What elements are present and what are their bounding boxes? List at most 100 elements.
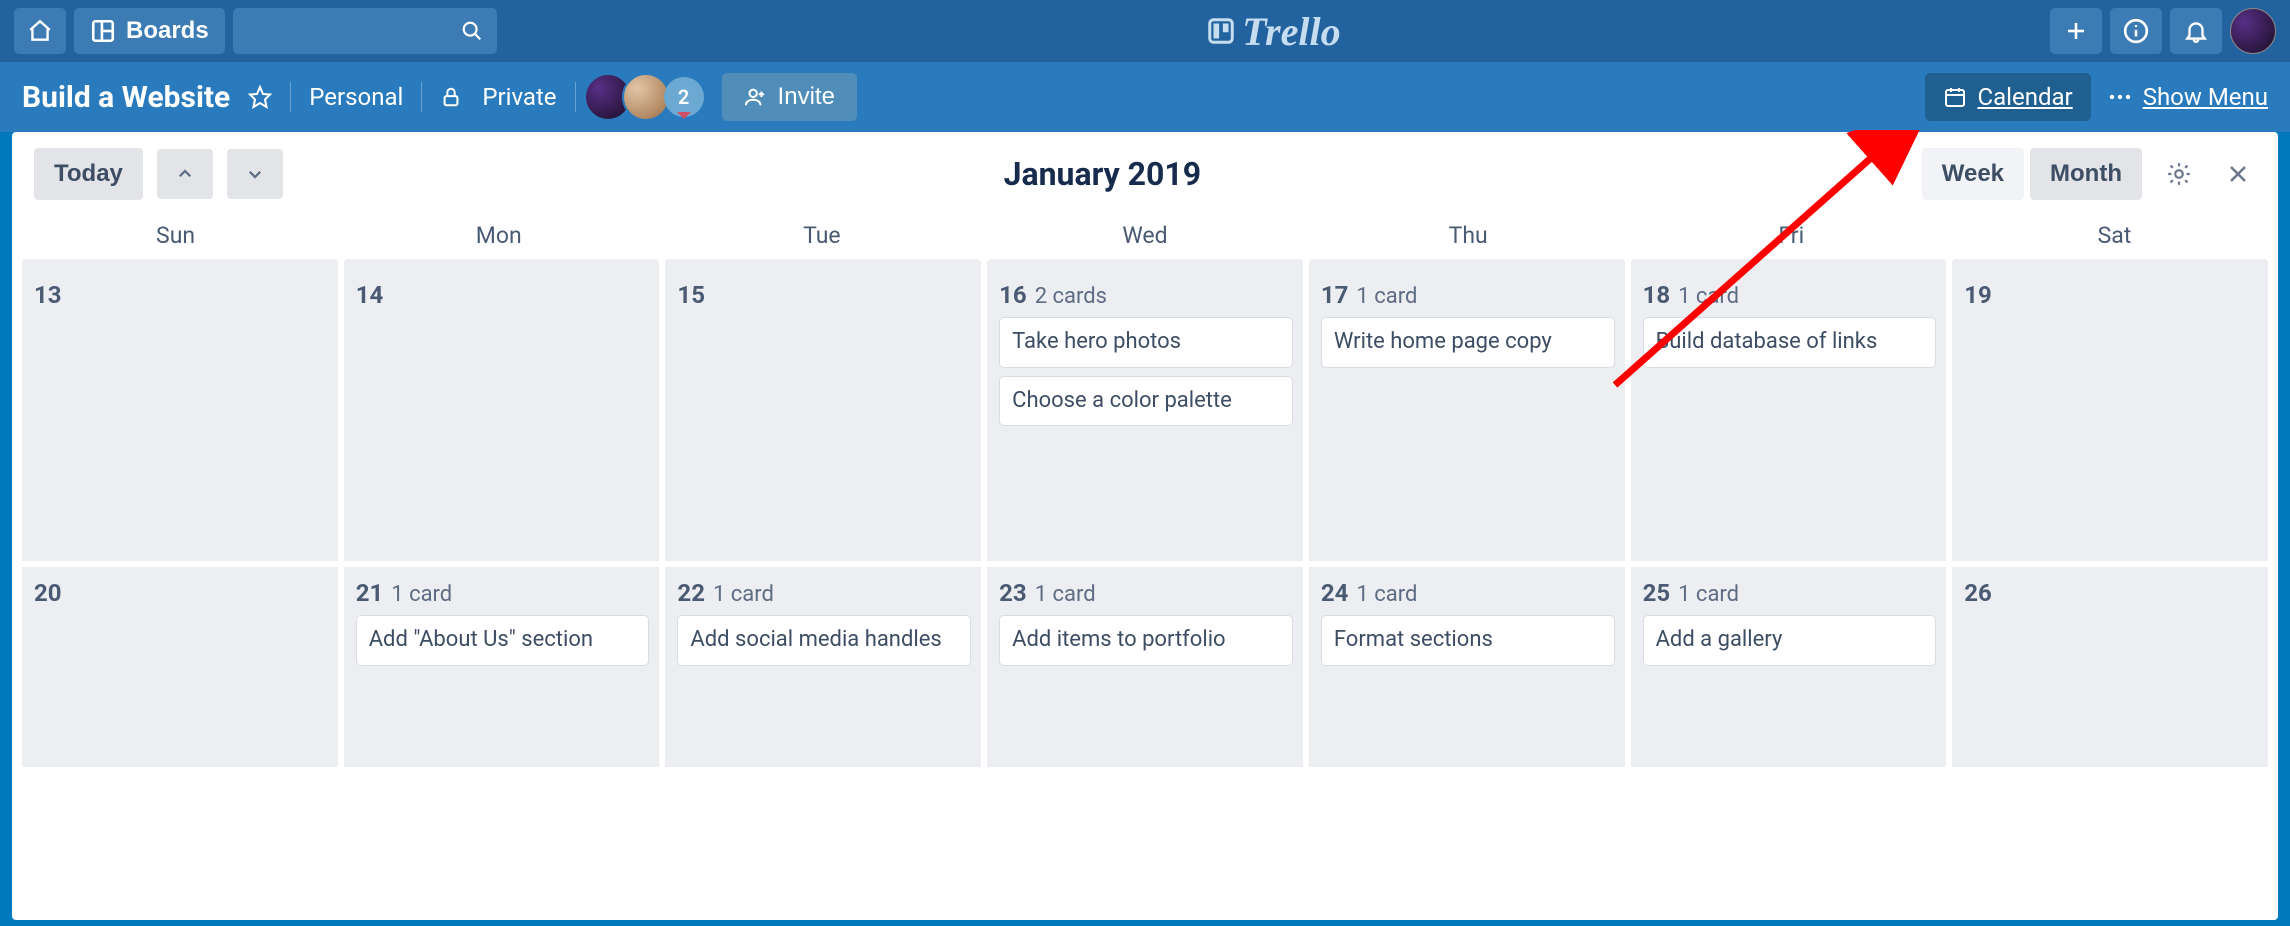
cell-date: 25 <box>1643 579 1671 607</box>
boards-icon <box>90 18 116 44</box>
calendar-cell[interactable]: 20 <box>22 567 338 767</box>
notifications-button[interactable] <box>2170 8 2222 54</box>
show-menu-label: Show Menu <box>2143 83 2268 111</box>
cell-date: 17 <box>1321 281 1349 309</box>
month-view-button[interactable]: Month <box>2030 148 2142 200</box>
search-icon <box>461 20 483 42</box>
calendar-card[interactable]: Choose a color palette <box>999 376 1293 427</box>
logo-container: Trello <box>505 8 2042 55</box>
search-box[interactable] <box>233 8 497 54</box>
calendar-card[interactable]: Take hero photos <box>999 317 1293 368</box>
calendar-card[interactable]: Build database of links <box>1643 317 1937 368</box>
cell-date: 13 <box>34 281 62 309</box>
person-add-icon <box>744 86 766 108</box>
calendar-panel: Today January 2019 Week Month Sun Mon Tu… <box>12 132 2278 920</box>
calendar-card[interactable]: Add "About Us" section <box>356 615 650 666</box>
next-button[interactable] <box>227 149 283 199</box>
weekday-tue: Tue <box>660 222 983 249</box>
prev-button[interactable] <box>157 149 213 199</box>
menu-dots-icon <box>2109 92 2131 102</box>
visibility-label: Private <box>482 83 556 111</box>
calendar-week-row: 13 14 15 16 2 cards Take hero photos Choose a … <box>12 269 2278 561</box>
calendar-cell[interactable]: 24 1 card Format sections <box>1309 567 1625 767</box>
search-input[interactable] <box>247 18 461 44</box>
calendar-week-row: 20 211 cardAdd "About Us" section 22 1 card… <box>12 567 2278 767</box>
weekday-fri: Fri <box>1630 222 1953 249</box>
cell-card-count: 1 card <box>713 582 774 607</box>
visibility-button[interactable]: Private <box>440 83 556 111</box>
chevron-up-icon <box>176 165 194 183</box>
plus-icon <box>2064 19 2088 43</box>
calendar-powerup-label: Calendar <box>1977 83 2072 111</box>
board-header: Build a Website Personal Private 2 Invit… <box>0 62 2290 132</box>
star-icon[interactable] <box>248 85 272 109</box>
info-button[interactable] <box>2110 8 2162 54</box>
close-button[interactable] <box>2216 162 2260 186</box>
calendar-card[interactable]: Add items to portfolio <box>999 615 1293 666</box>
calendar-card[interactable]: Add a gallery <box>1643 615 1937 666</box>
lock-icon <box>440 86 462 108</box>
invite-label: Invite <box>778 83 835 111</box>
home-button[interactable] <box>14 8 66 54</box>
calendar-cell[interactable]: 26 <box>1952 567 2268 767</box>
calendar-cell[interactable]: 13 <box>22 269 338 561</box>
divider <box>421 82 422 112</box>
board-title: Build a Website <box>22 80 230 115</box>
weekday-mon: Mon <box>337 222 660 249</box>
cell-card-count: 1 card <box>1356 582 1417 607</box>
create-button[interactable] <box>2050 8 2102 54</box>
cell-date: 20 <box>34 579 62 607</box>
cell-card-count: 1 card <box>1035 582 1096 607</box>
member-avatar[interactable] <box>622 73 670 121</box>
bell-icon <box>2183 18 2209 44</box>
calendar-cell[interactable]: 181 cardBuild database of links <box>1631 269 1947 561</box>
calendar-cell[interactable]: 211 cardAdd "About Us" section <box>344 567 660 767</box>
weekday-sun: Sun <box>14 222 337 249</box>
weekday-sat: Sat <box>1953 222 2276 249</box>
user-avatar[interactable] <box>2230 8 2276 54</box>
team-name[interactable]: Personal <box>309 83 403 111</box>
cell-date: 24 <box>1321 579 1349 607</box>
cell-date: 14 <box>356 281 384 309</box>
weekday-wed: Wed <box>983 222 1306 249</box>
today-button[interactable]: Today <box>34 148 143 200</box>
cell-date: 18 <box>1643 281 1671 309</box>
cell-date: 19 <box>1964 281 1992 309</box>
weekday-header: Sun Mon Tue Wed Thu Fri Sat <box>12 222 2278 259</box>
divider <box>575 82 576 112</box>
calendar-cell[interactable]: 16 2 cards Take hero photos Choose a color … <box>987 269 1303 561</box>
cell-card-count: 2 cards <box>1035 284 1107 309</box>
info-icon <box>2123 18 2149 44</box>
calendar-cell[interactable]: 25 1 card Add a gallery <box>1631 567 1947 767</box>
members: 2 <box>594 73 704 121</box>
calendar-cell[interactable]: 19 <box>1952 269 2268 561</box>
calendar-icon <box>1943 85 1967 109</box>
boards-button[interactable]: Boards <box>74 8 225 54</box>
cell-date: 22 <box>677 579 705 607</box>
week-divider <box>12 259 2278 269</box>
calendar-cell[interactable]: 22 1 card Add social media handles <box>665 567 981 767</box>
week-view-button[interactable]: Week <box>1922 148 2024 200</box>
gear-icon <box>2166 161 2192 187</box>
calendar-cell[interactable]: 14 <box>344 269 660 561</box>
calendar-powerup-button[interactable]: Calendar <box>1925 73 2090 121</box>
cell-date: 23 <box>999 579 1027 607</box>
calendar-cell[interactable]: 171 cardWrite home page copy <box>1309 269 1625 561</box>
calendar-title: January 2019 <box>1004 155 1201 193</box>
calendar-card[interactable]: Format sections <box>1321 615 1615 666</box>
cell-card-count: 1 card <box>1678 582 1739 607</box>
calendar-title-wrap: January 2019 <box>297 155 1908 193</box>
weekday-thu: Thu <box>1307 222 1630 249</box>
show-menu-button[interactable]: Show Menu <box>2109 83 2268 111</box>
cell-date: 15 <box>677 281 705 309</box>
close-icon <box>2226 162 2250 186</box>
calendar-cell[interactable]: 15 <box>665 269 981 561</box>
settings-button[interactable] <box>2156 161 2202 187</box>
calendar-cell[interactable]: 23 1 card Add items to portfolio <box>987 567 1303 767</box>
calendar-card[interactable]: Add social media handles <box>677 615 971 666</box>
invite-button[interactable]: Invite <box>722 73 857 121</box>
member-count[interactable]: 2 <box>664 77 704 117</box>
cell-date: 16 <box>999 281 1027 309</box>
calendar-card[interactable]: Write home page copy <box>1321 317 1615 368</box>
view-toggle: Week Month <box>1922 148 2142 200</box>
